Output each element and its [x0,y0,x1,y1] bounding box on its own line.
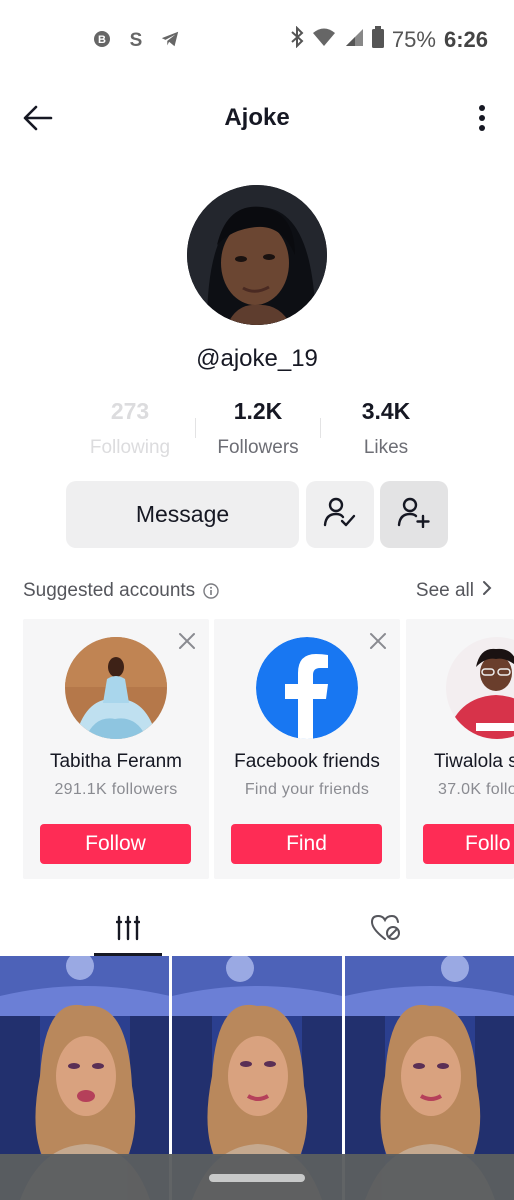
suggested-avatar[interactable] [65,637,167,739]
clock: 6:26 [443,27,488,52]
profile-header: Ajoke [0,90,514,146]
close-icon[interactable] [177,631,197,651]
suggested-account-card[interactable]: Tabitha Feranm 291.1K followers Follow [23,619,209,879]
battery-icon [371,26,384,54]
liked-hidden-icon [370,914,402,955]
profile-username: @ajoke_19 [196,345,318,372]
suggested-name: Facebook friends [234,751,380,772]
suggested-accounts-heading: Suggested accounts [23,580,219,602]
dollar-app-icon: S [126,28,146,50]
user-add-icon [397,496,431,533]
suggested-account-card[interactable]: Tiwalola s 37.0K follo Follo [406,619,514,879]
suggested-name: Tiwalola s [434,751,514,772]
tab-videos[interactable] [94,905,162,955]
likes-count: 3.4K [361,398,411,424]
profile-avatar[interactable] [187,185,327,325]
followers-count: 1.2K [233,398,283,424]
suggested-name: Tabitha Feranm [49,751,182,772]
facebook-friends-card[interactable]: Facebook friends Find your friends Find [214,619,400,879]
see-all-link[interactable]: See all [416,580,492,602]
signal-icon [344,27,364,53]
suggested-accounts-toggle[interactable] [380,481,448,548]
page-title: Ajoke [224,104,290,131]
bitcoin-icon: B [92,28,112,50]
svg-text:S: S [130,30,143,49]
system-nav-bar [0,1154,514,1200]
following-count: 273 [110,398,150,424]
suggested-subtitle: 37.0K follo [438,781,514,798]
suggested-subtitle: 291.1K followers [54,781,178,798]
bluetooth-icon [290,25,304,54]
more-options-icon[interactable] [474,100,490,136]
chevron-right-icon [482,580,492,602]
user-check-icon [323,496,357,533]
info-icon[interactable] [203,583,219,599]
following-label: Following [89,437,171,458]
tab-liked[interactable] [352,905,420,955]
svg-text:B: B [98,34,106,46]
stat-following[interactable]: 273 Following [68,398,192,468]
suggested-avatar[interactable] [446,637,514,739]
facebook-icon [256,637,358,739]
following-status-button[interactable] [306,481,374,548]
see-all-label: See all [415,580,474,601]
suggested-subtitle: Find your friends [244,781,370,798]
stat-divider [320,418,321,438]
likes-label: Likes [363,437,409,458]
stat-followers[interactable]: 1.2K Followers [196,398,320,468]
battery-percent: 75% [391,27,436,52]
home-gesture-handle[interactable] [209,1174,305,1182]
stat-likes[interactable]: 3.4K Likes [324,398,448,468]
find-button[interactable]: Find [231,824,382,864]
follow-button[interactable]: Follow [40,824,191,864]
close-icon[interactable] [368,631,388,651]
message-button[interactable]: Message [66,481,299,548]
profile-stats: 273 Following 1.2K Followers 3.4K Likes [68,398,448,468]
telegram-icon [160,28,180,50]
suggested-accounts-title: Suggested accounts [23,580,196,601]
stat-divider [195,418,196,438]
content-tabs [0,905,514,956]
wifi-icon [312,27,336,53]
status-bar: B S 75% 6:26 [0,0,514,80]
grid-icon [115,915,141,946]
followers-label: Followers [217,437,299,458]
follow-button[interactable]: Follo [423,824,514,864]
